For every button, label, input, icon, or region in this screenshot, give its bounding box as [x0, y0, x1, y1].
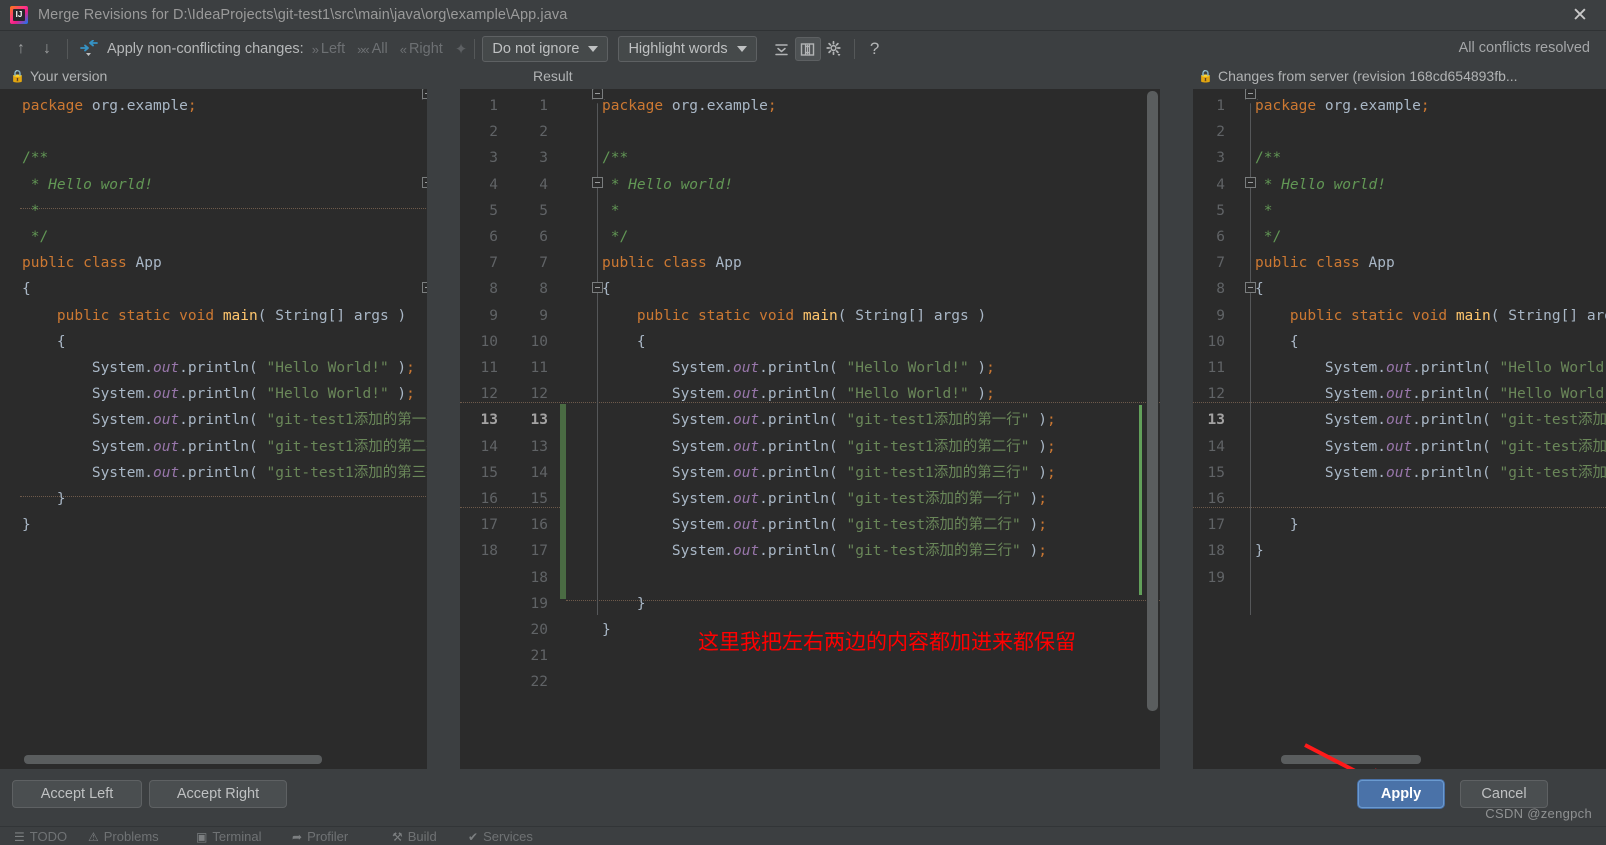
chevron-both-icon: »«	[357, 41, 370, 57]
dialog-button-bar: Accept Left Accept Right Apply Cancel	[0, 769, 1606, 826]
center-pane-title: Result	[533, 68, 573, 84]
next-difference-icon[interactable]: ↓	[34, 36, 60, 62]
apply-button[interactable]: Apply	[1358, 780, 1444, 808]
apply-all-label: All	[371, 41, 388, 57]
conflicts-status: All conflicts resolved	[1458, 40, 1590, 56]
red-annotation-text: 这里我把左右两边的内容都加进来都保留	[698, 630, 1076, 654]
apply-left-label: Left	[320, 41, 346, 57]
tool-window-label: Terminal	[212, 829, 262, 844]
left-pane-title: Your version	[29, 68, 108, 84]
lock-icon: 🔒	[1198, 69, 1213, 83]
merge-toolbar: ↑ ↓ Apply non-conflicting changes: » Lef…	[0, 31, 1606, 67]
fold-line	[1250, 95, 1251, 615]
chevron-left-double-icon: «	[399, 41, 407, 57]
tool-window-build[interactable]: ⚒ Build	[392, 829, 437, 844]
check-icon: ✔	[468, 829, 479, 844]
apply-all-link[interactable]: »« All	[357, 41, 388, 57]
apply-left-link[interactable]: » Left	[312, 41, 345, 57]
terminal-icon: ▣	[196, 829, 208, 844]
logo-text: IJ	[15, 10, 23, 19]
profiler-icon: ➦	[292, 829, 303, 844]
tool-window-label: Profiler	[307, 829, 349, 844]
right-pane-title: Changes from server (revision 168cd65489…	[1217, 68, 1518, 84]
lock-icon: 🔒	[10, 69, 25, 83]
result-line-numbers-right: 1 2 3 4 5 6 7 8 9 10 11 12 13 13 14 15 16 17 18 19 20 21 22	[530, 98, 548, 691]
apply-right-link[interactable]: « Right	[400, 41, 443, 57]
cancel-button[interactable]: Cancel	[1460, 780, 1548, 808]
tool-window-label: Build	[407, 829, 437, 844]
watermark-text: CSDN @zengpch	[1485, 806, 1592, 821]
center-pane-header: Result	[533, 68, 573, 84]
left-horizontal-scrollbar[interactable]	[24, 755, 322, 764]
tool-window-problems[interactable]: ⚠ Problems	[88, 829, 159, 844]
accept-left-button[interactable]: Accept Left	[12, 780, 142, 808]
tool-window-terminal[interactable]: ▣ Terminal	[196, 829, 261, 844]
tool-window-label: Services	[483, 829, 533, 844]
left-center-divider[interactable]	[427, 89, 460, 769]
chevron-right-double-icon: »	[311, 41, 319, 57]
pane-headers: 🔒 Your version Result 🔒 Changes from ser…	[0, 67, 1606, 89]
editors-area: package org.example; /** * Hello world! …	[0, 89, 1606, 769]
close-icon[interactable]: ✕	[1570, 6, 1590, 26]
tool-window-services[interactable]: ✔ Services	[468, 829, 533, 844]
tool-window-todo[interactable]: ☰ TODO	[14, 829, 67, 844]
toolbar-separator-3	[853, 39, 855, 59]
collapse-unchanged-icon[interactable]	[769, 37, 795, 61]
result-code-text: package org.example; /** * Hello world! …	[602, 98, 1056, 639]
right-code-text: package org.example; /** * Hello world! …	[1255, 98, 1606, 560]
left-editor-pane[interactable]: package org.example; /** * Hello world! …	[0, 89, 427, 769]
tool-window-profiler[interactable]: ➦ Profiler	[292, 829, 348, 844]
highlight-policy-value: Highlight words	[628, 41, 728, 57]
diff-separator	[460, 507, 560, 508]
result-editor-pane[interactable]: 1 2 3 4 5 6 7 8 9 10 11 12 13 14 15 16 17 18 1 2 3 4 5 6 7 8 9 10 1…	[460, 89, 1160, 769]
settings-gear-icon[interactable]	[821, 37, 847, 61]
intellij-logo-icon: IJ	[10, 6, 28, 24]
toolbar-separator-2	[474, 39, 476, 59]
apply-right-label: Right	[408, 41, 443, 57]
ide-tool-window-bar: ☰ TODO ⚠ Problems ▣ Terminal ➦ Profiler …	[0, 826, 1606, 845]
hammer-icon: ⚒	[392, 829, 403, 844]
title-bar: IJ Merge Revisions for D:\IdeaProjects\g…	[0, 0, 1606, 31]
apply-nonconflicting-icon[interactable]	[75, 36, 103, 62]
highlight-policy-dropdown[interactable]: Highlight words	[618, 36, 757, 62]
change-indicator-bar	[560, 404, 566, 599]
apply-nonconflicting-label: Apply non-conflicting changes:	[107, 41, 304, 57]
accept-right-button[interactable]: Accept Right	[149, 780, 287, 808]
fold-line	[597, 95, 598, 615]
right-line-numbers: 1 2 3 4 5 6 7 8 9 10 11 12 13 14 15 16 17 18 19	[1207, 98, 1225, 586]
tool-window-label: Problems	[103, 829, 159, 844]
center-right-divider[interactable]	[1160, 89, 1193, 769]
left-pane-header: 🔒 Your version	[10, 68, 107, 84]
chevron-down-icon	[736, 46, 747, 52]
magic-resolve-icon[interactable]: ✦	[455, 40, 468, 58]
show-whitespaces-icon[interactable]	[794, 37, 821, 61]
scrollbar-change-mark	[1139, 405, 1142, 595]
right-pane-header: 🔒 Changes from server (revision 168cd654…	[1198, 68, 1518, 84]
result-vertical-scrollbar[interactable]	[1147, 91, 1158, 711]
window-title: Merge Revisions for D:\IdeaProjects\git-…	[38, 7, 568, 23]
tool-window-label: TODO	[29, 829, 68, 844]
chevron-down-icon	[588, 46, 599, 52]
result-line-numbers-left: 1 2 3 4 5 6 7 8 9 10 11 12 13 14 15 16 17 18	[480, 98, 498, 560]
list-icon: ☰	[14, 829, 25, 844]
help-icon[interactable]: ?	[862, 36, 888, 62]
left-code-text: package org.example; /** * Hello world! …	[22, 98, 427, 534]
toolbar-separator-1	[67, 39, 68, 59]
previous-difference-icon[interactable]: ↑	[8, 36, 34, 62]
ignore-policy-value: Do not ignore	[492, 41, 580, 57]
merge-revisions-dialog: IJ Merge Revisions for D:\IdeaProjects\g…	[0, 0, 1606, 845]
ignore-policy-dropdown[interactable]: Do not ignore	[482, 36, 609, 62]
warning-icon: ⚠	[88, 829, 99, 844]
right-editor-pane[interactable]: 1 2 3 4 5 6 7 8 9 10 11 12 13 14 15 16 17 18 19 package or…	[1193, 89, 1606, 769]
